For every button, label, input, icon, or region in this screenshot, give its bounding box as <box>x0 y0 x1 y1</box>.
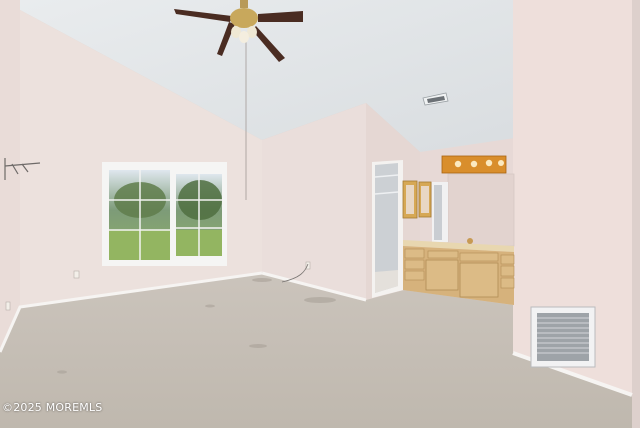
faucet <box>467 238 473 244</box>
room-photo: ©2025 MOREMLS <box>0 0 640 428</box>
outlet <box>5 301 11 311</box>
window <box>102 162 227 266</box>
far-left-wall <box>0 0 20 350</box>
bathroom-mirror <box>432 173 515 247</box>
right-edge-wall <box>632 0 640 428</box>
medicine-cabinet <box>402 180 432 219</box>
copyright-watermark: ©2025 MOREMLS <box>2 401 103 414</box>
room-illustration <box>0 0 640 428</box>
outlet <box>73 270 80 279</box>
vanity-light-bar <box>441 155 507 174</box>
closet-doorway <box>372 160 403 298</box>
wall-register-vent <box>530 306 596 368</box>
